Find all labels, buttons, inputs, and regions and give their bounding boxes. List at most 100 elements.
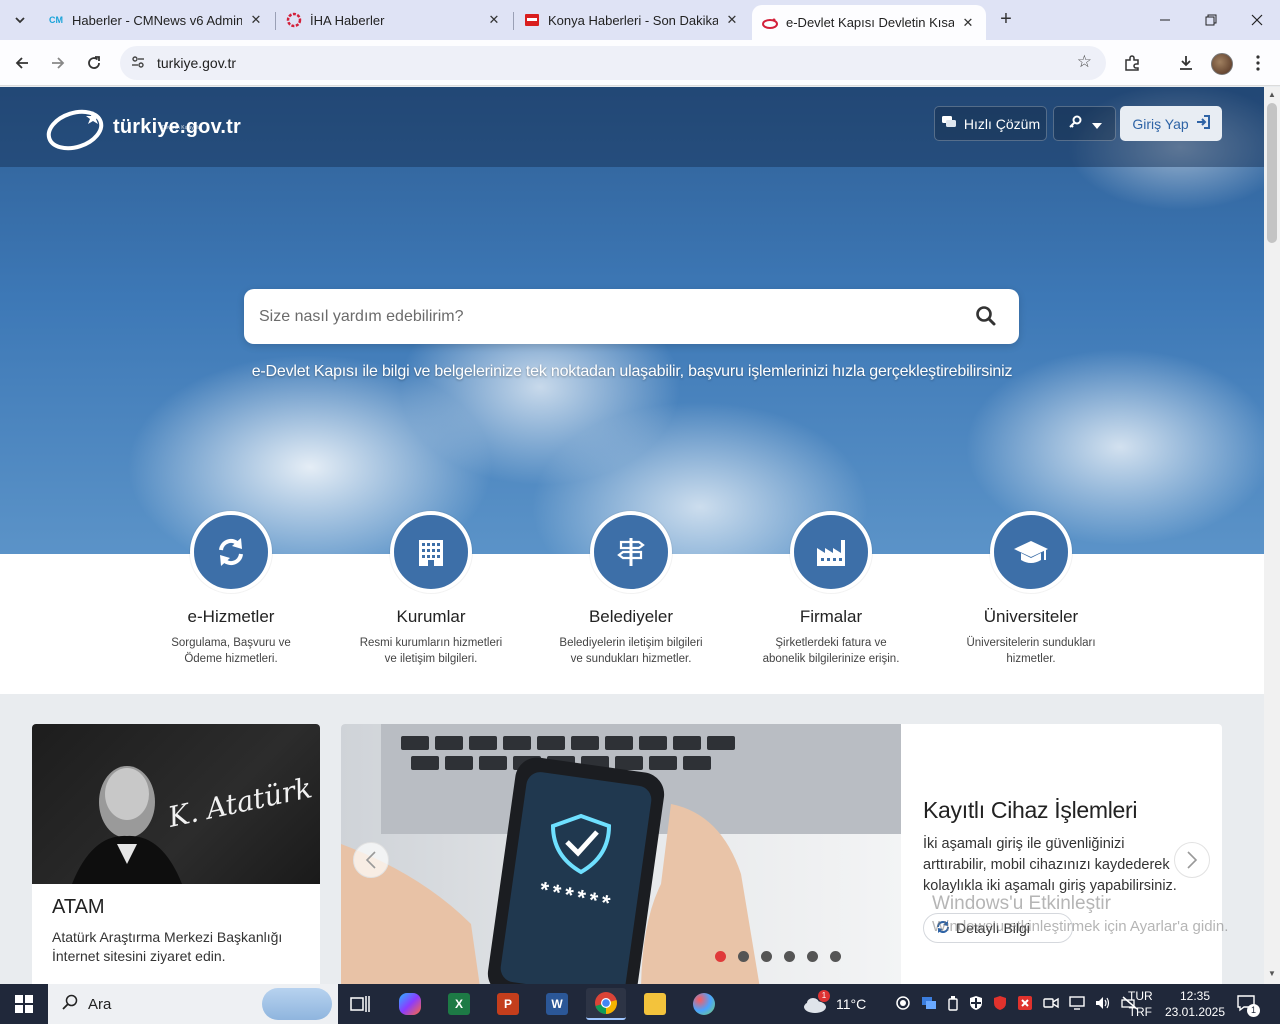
clock[interactable]: 12:35 23.01.2025 [1165,984,1225,1024]
tab-konya[interactable]: Konya Haberleri - Son Dakika K ✕ [514,5,750,35]
usb-icon[interactable] [947,995,959,1014]
logo-slogan: "Devletin Kısayolu" [160,125,203,131]
page-viewport: türkiye.gov.tr "Devletin Kısayolu" Hızlı… [0,87,1264,984]
record-icon[interactable] [896,995,910,1013]
slider-next-button[interactable] [1174,842,1210,878]
taskbar-paint[interactable] [684,988,724,1020]
input-language[interactable]: TUR TRF [1128,984,1153,1024]
windows-logo-icon [15,995,33,1013]
shield-icon[interactable] [969,995,983,1014]
service-e-hizmetler[interactable]: e-Hizmetler Sorgulama, Başvuru ve Ödeme … [141,511,321,667]
site-settings-icon[interactable] [130,54,146,73]
notification-center-button[interactable]: 1 [1236,984,1260,1024]
chat-icon [941,115,957,132]
restore-button[interactable] [1188,0,1234,40]
extensions-button[interactable] [1118,49,1146,77]
atam-text: Atatürk Araştırma Merkezi Başkanlığı İnt… [52,929,283,964]
downloads-button[interactable] [1172,49,1200,77]
hero-banner: türkiye.gov.tr "Devletin Kısayolu" Hızlı… [0,87,1264,554]
scrollbar-thumb[interactable] [1267,103,1277,243]
close-icon[interactable]: ✕ [486,12,502,28]
address-bar[interactable]: turkiye.gov.tr ☆ [120,46,1106,80]
taskbar-search[interactable]: Ara [48,984,338,1024]
taskbar-word[interactable]: W [537,988,577,1020]
notification-icon: 1 [1236,994,1260,1017]
taskbar-excel[interactable]: X [439,988,479,1020]
profile-avatar[interactable] [1211,53,1233,75]
close-icon[interactable]: ✕ [724,12,740,28]
app-tray-icon[interactable] [1017,995,1033,1014]
browser-toolbar: turkiye.gov.tr ☆ [0,40,1280,86]
scroll-up-icon[interactable]: ▲ [1267,90,1277,99]
chevron-left-icon [365,851,376,869]
browser-menu-button[interactable] [1244,49,1272,77]
service-name: Üniversiteler [983,607,1079,626]
close-icon[interactable]: ✕ [960,15,976,31]
antivirus-icon[interactable] [993,995,1007,1014]
login-button[interactable]: Giriş Yap [1120,106,1222,141]
weather-cloud-icon: 1 [802,990,830,1014]
tab-search-button[interactable] [8,8,32,32]
search-icon [976,306,996,326]
minimize-button[interactable] [1142,0,1188,40]
taskbar-chrome[interactable] [586,988,626,1020]
slider-dot[interactable] [784,951,795,962]
download-icon [1180,56,1192,70]
forward-button[interactable] [44,49,72,77]
new-tab-button[interactable]: + [994,8,1018,32]
bookmark-star-icon[interactable]: ☆ [1077,52,1092,72]
network-adapter-icon[interactable] [921,996,937,1013]
task-view-button[interactable] [340,988,380,1020]
key-icon [1068,115,1082,132]
minimize-icon [1160,19,1170,21]
service-icon-circle [990,511,1072,593]
tab-strip: CM Haberler - CMNews v6 Admin A ✕ İHA Ha… [0,0,1280,40]
service-name: Firmalar [799,607,863,626]
tab-iha[interactable]: İHA Haberler ✕ [276,5,512,35]
news-favicon-icon [524,12,540,28]
close-icon [1251,14,1263,26]
slider-dot[interactable] [830,951,841,962]
slider-dot[interactable] [761,951,772,962]
tab-edevlet[interactable]: e-Devlet Kapısı Devletin Kısayol ✕ [752,5,986,40]
reload-icon [88,56,100,69]
slider-dot[interactable] [738,951,749,962]
taskbar-powerpoint[interactable]: P [488,988,528,1020]
weather-widget[interactable]: 1 11°C [802,984,866,1024]
slider-prev-button[interactable] [353,842,389,878]
start-button[interactable] [0,984,48,1024]
slider-dot[interactable] [807,951,818,962]
service-kurumlar[interactable]: Kurumlar Resmi kurumların hizmetleri ve … [341,511,521,667]
volume-icon[interactable] [1095,996,1111,1013]
reload-button[interactable] [80,49,108,77]
close-window-button[interactable] [1234,0,1280,40]
chevron-right-icon [1187,851,1198,869]
quick-solution-button[interactable]: Hızlı Çözüm [934,106,1047,141]
search-button[interactable] [973,303,999,329]
site-logo[interactable]: türkiye.gov.tr [45,103,241,151]
iha-favicon-icon [286,12,302,28]
announcement-slider: ****** Kayıtlı Cihaz İşlemleri İki aşama… [341,724,1222,984]
service-icon-circle [590,511,672,593]
service-universiteler[interactable]: Üniversiteler Üniversitelerin sundukları… [941,511,1121,667]
service-desc: Sorgulama, Başvuru ve Ödeme hizmetleri. [171,637,291,665]
slider-dot[interactable] [715,951,726,962]
service-firmalar[interactable]: Firmalar Şirketlerdeki fatura ve aboneli… [741,511,921,667]
search-input[interactable] [244,289,944,344]
powerpoint-icon: P [497,993,519,1015]
activation-watermark-text: Windows'u etkinleştirmek için Ayarlar'a … [932,918,1229,935]
display-icon[interactable] [1069,995,1085,1013]
service-belediyeler[interactable]: Belediyeler Belediyelerin iletişim bilgi… [541,511,721,667]
atam-card[interactable]: K. Atatürk ATAM Atatürk Araştırma Merkez… [32,724,320,984]
back-button[interactable] [8,49,36,77]
service-desc: Belediyelerin iletişim bilgileri ve sund… [559,637,703,665]
taskbar-file-explorer[interactable] [635,988,675,1020]
page-scrollbar[interactable]: ▲ ▼ [1264,87,1280,984]
taskbar-copilot[interactable] [390,988,430,1020]
accessibility-dropdown[interactable] [1053,106,1116,141]
cmnews-favicon-icon: CM [49,15,63,25]
close-icon[interactable]: ✕ [248,12,264,28]
meet-icon[interactable] [1043,996,1059,1013]
tab-cmnews[interactable]: CM Haberler - CMNews v6 Admin A ✕ [38,5,274,35]
scroll-down-icon[interactable]: ▼ [1267,969,1277,978]
